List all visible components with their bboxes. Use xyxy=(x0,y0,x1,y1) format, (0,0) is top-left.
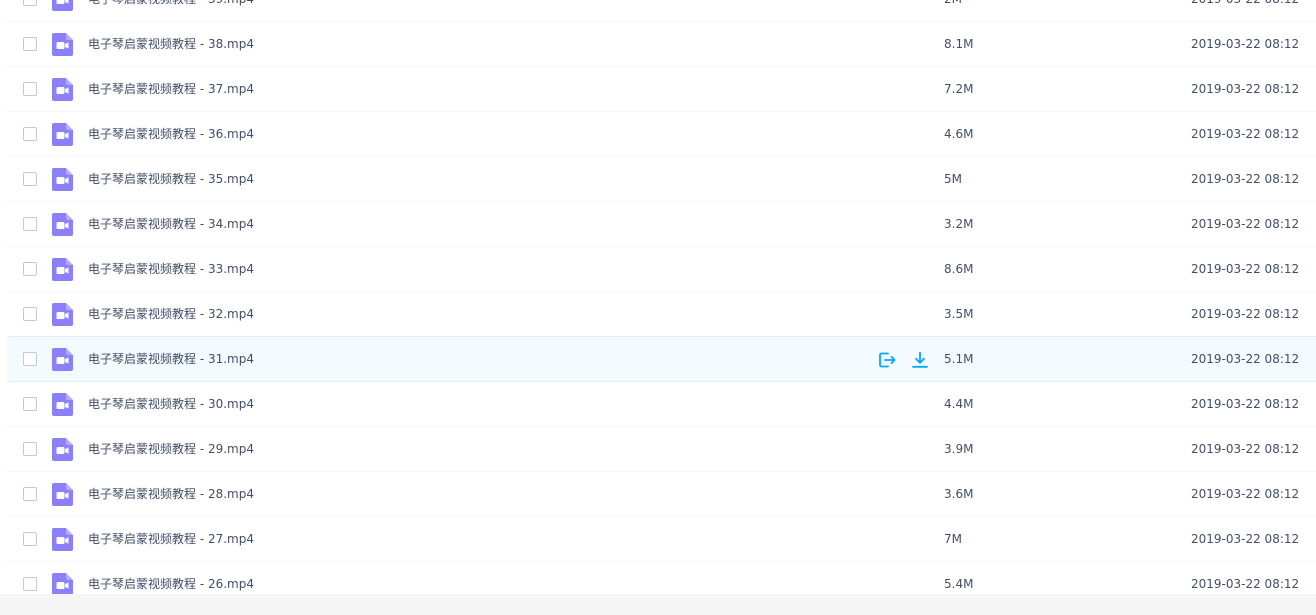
file-row[interactable]: 电子琴启蒙视频教程 - 28.mp4 3.6M 2019-03-22 08:12 xyxy=(7,472,1316,517)
file-row[interactable]: 电子琴启蒙视频教程 - 35.mp4 5M 2019-03-22 08:12 xyxy=(7,157,1316,202)
file-size: 8.6M xyxy=(944,262,974,276)
video-file-icon xyxy=(52,168,73,191)
file-modified-date: 2019-03-22 08:12 xyxy=(1191,397,1300,411)
video-file-icon xyxy=(52,213,73,236)
row-checkbox[interactable] xyxy=(23,37,37,51)
file-row[interactable]: 电子琴启蒙视频教程 - 31.mp4 5.1M 2019-03-22 08:12 xyxy=(7,336,1316,382)
video-file-icon xyxy=(52,528,73,551)
file-row[interactable]: 电子琴启蒙视频教程 - 32.mp4 3.5M 2019-03-22 08:12 xyxy=(7,292,1316,337)
file-row[interactable]: 电子琴启蒙视频教程 - 39.mp4 2M 2019-03-22 08:12 xyxy=(7,0,1316,22)
file-row[interactable]: 电子琴启蒙视频教程 - 38.mp4 8.1M 2019-03-22 08:12 xyxy=(7,22,1316,67)
video-file-icon xyxy=(52,78,73,101)
row-checkbox[interactable] xyxy=(23,127,37,141)
video-file-icon xyxy=(52,123,73,146)
file-modified-date: 2019-03-22 08:12 xyxy=(1191,127,1300,141)
video-file-icon xyxy=(52,438,73,461)
file-name[interactable]: 电子琴启蒙视频教程 - 39.mp4 xyxy=(88,0,254,21)
file-row[interactable]: 电子琴启蒙视频教程 - 37.mp4 7.2M 2019-03-22 08:12 xyxy=(7,67,1316,112)
file-name[interactable]: 电子琴启蒙视频教程 - 38.mp4 xyxy=(88,22,254,66)
file-modified-date: 2019-03-22 08:12 xyxy=(1191,82,1300,96)
file-name[interactable]: 电子琴启蒙视频教程 - 29.mp4 xyxy=(88,427,254,471)
file-size: 3.6M xyxy=(944,487,974,501)
file-name[interactable]: 电子琴启蒙视频教程 - 34.mp4 xyxy=(88,202,254,246)
file-modified-date: 2019-03-22 08:12 xyxy=(1191,0,1299,21)
file-name[interactable]: 电子琴启蒙视频教程 - 28.mp4 xyxy=(88,472,254,516)
file-size: 5M xyxy=(944,172,962,186)
file-row[interactable]: 电子琴启蒙视频教程 - 27.mp4 7M 2019-03-22 08:12 xyxy=(7,517,1316,562)
file-name[interactable]: 电子琴启蒙视频教程 - 35.mp4 xyxy=(88,157,254,201)
file-name[interactable]: 电子琴启蒙视频教程 - 27.mp4 xyxy=(88,517,254,561)
file-row[interactable]: 电子琴启蒙视频教程 - 29.mp4 3.9M 2019-03-22 08:12 xyxy=(7,427,1316,472)
file-size: 7M xyxy=(944,532,962,546)
file-modified-date: 2019-03-22 08:12 xyxy=(1191,37,1300,51)
file-modified-date: 2019-03-22 08:12 xyxy=(1191,217,1300,231)
download-icon[interactable] xyxy=(910,350,930,370)
video-file-icon xyxy=(52,573,73,596)
file-size: 3.2M xyxy=(944,217,974,231)
row-checkbox[interactable] xyxy=(23,262,37,276)
file-name[interactable]: 电子琴启蒙视频教程 - 37.mp4 xyxy=(88,67,254,111)
video-file-icon xyxy=(52,483,73,506)
row-checkbox[interactable] xyxy=(23,532,37,546)
video-file-icon xyxy=(52,258,73,281)
file-modified-date: 2019-03-22 08:12 xyxy=(1191,352,1300,366)
row-checkbox[interactable] xyxy=(23,307,37,321)
video-file-icon xyxy=(52,348,73,371)
file-size: 2M xyxy=(944,0,962,21)
file-list: 电子琴启蒙视频教程 - 39.mp4 2M 2019-03-22 08:12 电… xyxy=(7,0,1316,607)
video-file-icon xyxy=(52,33,73,56)
row-checkbox[interactable] xyxy=(23,397,37,411)
scrollbar[interactable] xyxy=(1306,0,1316,595)
file-name[interactable]: 电子琴启蒙视频教程 - 33.mp4 xyxy=(88,247,254,291)
row-checkbox[interactable] xyxy=(23,217,37,231)
file-modified-date: 2019-03-22 08:12 xyxy=(1191,442,1300,456)
file-modified-date: 2019-03-22 08:12 xyxy=(1191,487,1300,501)
file-name[interactable]: 电子琴启蒙视频教程 - 31.mp4 xyxy=(88,337,254,381)
file-modified-date: 2019-03-22 08:12 xyxy=(1191,172,1300,186)
file-size: 3.5M xyxy=(944,307,974,321)
row-checkbox[interactable] xyxy=(23,82,37,96)
row-checkbox[interactable] xyxy=(23,352,37,366)
file-row[interactable]: 电子琴启蒙视频教程 - 33.mp4 8.6M 2019-03-22 08:12 xyxy=(7,247,1316,292)
open-external-icon[interactable] xyxy=(877,350,897,370)
file-name[interactable]: 电子琴启蒙视频教程 - 36.mp4 xyxy=(88,112,254,156)
file-row[interactable]: 电子琴启蒙视频教程 - 30.mp4 4.4M 2019-03-22 08:12 xyxy=(7,382,1316,427)
file-size: 3.9M xyxy=(944,442,974,456)
bottom-bar xyxy=(0,594,1316,615)
file-size: 7.2M xyxy=(944,82,974,96)
file-size: 8.1M xyxy=(944,37,974,51)
file-name[interactable]: 电子琴启蒙视频教程 - 32.mp4 xyxy=(88,292,254,336)
file-name[interactable]: 电子琴启蒙视频教程 - 30.mp4 xyxy=(88,382,254,426)
file-row[interactable]: 电子琴启蒙视频教程 - 36.mp4 4.6M 2019-03-22 08:12 xyxy=(7,112,1316,157)
file-size: 4.6M xyxy=(944,127,974,141)
file-size: 4.4M xyxy=(944,397,974,411)
row-checkbox[interactable] xyxy=(23,442,37,456)
video-file-icon xyxy=(52,303,73,326)
file-modified-date: 2019-03-22 08:12 xyxy=(1191,532,1300,546)
row-checkbox[interactable] xyxy=(23,172,37,186)
file-size: 5.1M xyxy=(944,352,974,366)
file-row[interactable]: 电子琴启蒙视频教程 - 34.mp4 3.2M 2019-03-22 08:12 xyxy=(7,202,1316,247)
row-checkbox[interactable] xyxy=(23,577,37,591)
row-checkbox[interactable] xyxy=(23,0,37,6)
row-checkbox[interactable] xyxy=(23,487,37,501)
file-modified-date: 2019-03-22 08:12 xyxy=(1191,262,1300,276)
video-file-icon xyxy=(52,393,73,416)
video-file-icon xyxy=(52,0,73,11)
file-modified-date: 2019-03-22 08:12 xyxy=(1191,307,1300,321)
